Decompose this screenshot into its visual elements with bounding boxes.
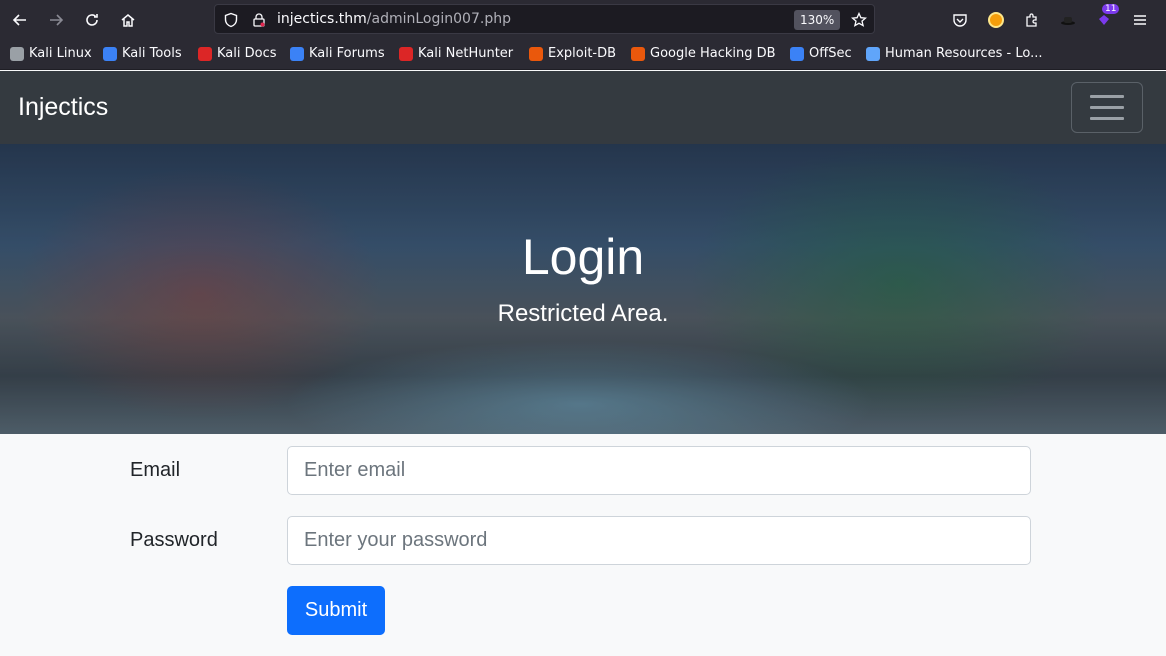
wordpress-icon: [866, 46, 880, 61]
browser-toolbar: injectics.thm/adminLogin007.php 130% 11: [0, 0, 1166, 40]
bookmark-offsec[interactable]: OffSec: [790, 46, 852, 61]
bookmark-label: OffSec: [809, 46, 852, 61]
kali-linux-icon: [10, 46, 24, 61]
hamburger-icon-bar: [1090, 117, 1124, 120]
kali-nethunter-icon: [399, 46, 413, 61]
bookmark-kali-linux[interactable]: Kali Linux: [10, 46, 92, 61]
extensions-icon: [1026, 13, 1037, 27]
hero-overlay: [0, 144, 1166, 434]
kali-tools-icon: [103, 46, 117, 61]
back-icon: [12, 14, 26, 26]
profile-avatar-button[interactable]: [982, 6, 1010, 34]
offsec-icon: [790, 46, 804, 61]
kali-forums-icon: [290, 46, 304, 61]
reload-icon: [86, 14, 98, 26]
bookmark-label: Kali Linux: [29, 46, 92, 61]
hero-title: Login: [521, 229, 645, 285]
menu-button[interactable]: [1126, 6, 1154, 34]
password-label: Password: [130, 529, 218, 551]
menu-icon: [1134, 15, 1146, 25]
address-bar[interactable]: injectics.thm/adminLogin007.php 130%: [214, 4, 875, 34]
bookmark-label: Kali Docs: [217, 46, 277, 61]
navbar-toggler-button[interactable]: [1071, 82, 1143, 133]
bookmark-label: Kali NetHunter: [418, 46, 514, 61]
back-button[interactable]: [6, 6, 34, 34]
bookmark-label: Human Resources - Lo...: [885, 46, 1043, 61]
bookmark-kali-nethunter[interactable]: Kali NetHunter: [399, 46, 513, 61]
password-field[interactable]: [287, 516, 1031, 565]
forward-button[interactable]: [42, 6, 70, 34]
google-hacking-db-icon: [631, 46, 645, 61]
avatar: [988, 12, 1004, 28]
exploit-db-icon: [529, 46, 543, 61]
bookmark-kali-tools[interactable]: Kali Tools: [103, 46, 182, 61]
bookmark-label: Kali Tools: [122, 46, 182, 61]
url-host: injectics.thm: [277, 11, 367, 27]
extension-count-badge: 11: [1102, 4, 1120, 14]
home-button[interactable]: [114, 6, 142, 34]
forward-icon: [50, 14, 64, 26]
submit-button[interactable]: Submit: [287, 586, 385, 635]
bookmark-exploit-db[interactable]: Exploit-DB: [529, 46, 616, 61]
hamburger-icon-bar: [1090, 106, 1124, 109]
zoom-level-badge[interactable]: 130%: [794, 10, 841, 30]
url-text[interactable]: injectics.thm/adminLogin007.php: [277, 11, 511, 27]
email-label: Email: [130, 459, 181, 481]
email-field[interactable]: [287, 446, 1031, 495]
bookmark-kali-docs[interactable]: Kali Docs: [198, 46, 277, 61]
home-icon: [121, 14, 135, 27]
hat-extension-button[interactable]: [1054, 6, 1082, 34]
site-navbar: Injectics: [0, 71, 1166, 144]
url-path: /adminLogin007.php: [366, 11, 511, 27]
kali-docs-icon: [198, 46, 212, 61]
puzzle-badge-icon: [1099, 15, 1109, 25]
bookmark-kali-forums[interactable]: Kali Forums: [290, 46, 385, 61]
hamburger-icon-bar: [1090, 95, 1124, 98]
bookmark-human-resources[interactable]: Human Resources - Lo...: [866, 46, 1043, 61]
hero-banner: Login Restricted Area.: [0, 144, 1166, 434]
bookmark-label: Exploit-DB: [548, 46, 617, 61]
pocket-button[interactable]: [946, 6, 974, 34]
navbar-brand[interactable]: Injectics: [18, 93, 108, 122]
bookmarks-bar: Kali Linux Kali Tools Kali Docs Kali For…: [0, 40, 1166, 70]
lock-icon[interactable]: [251, 12, 267, 28]
pocket-icon: [953, 14, 967, 27]
shield-icon[interactable]: [223, 12, 239, 28]
hero-subtitle: Restricted Area.: [497, 300, 669, 327]
extensions-button[interactable]: [1018, 6, 1046, 34]
hat-icon: [1061, 17, 1075, 25]
bookmark-label: Google Hacking DB: [650, 46, 776, 61]
star-icon[interactable]: [851, 12, 867, 28]
reload-button[interactable]: [78, 6, 106, 34]
extension-badge-button[interactable]: 11: [1090, 4, 1120, 34]
bookmark-google-hacking-db[interactable]: Google Hacking DB: [631, 46, 776, 61]
bookmark-label: Kali Forums: [309, 46, 385, 61]
